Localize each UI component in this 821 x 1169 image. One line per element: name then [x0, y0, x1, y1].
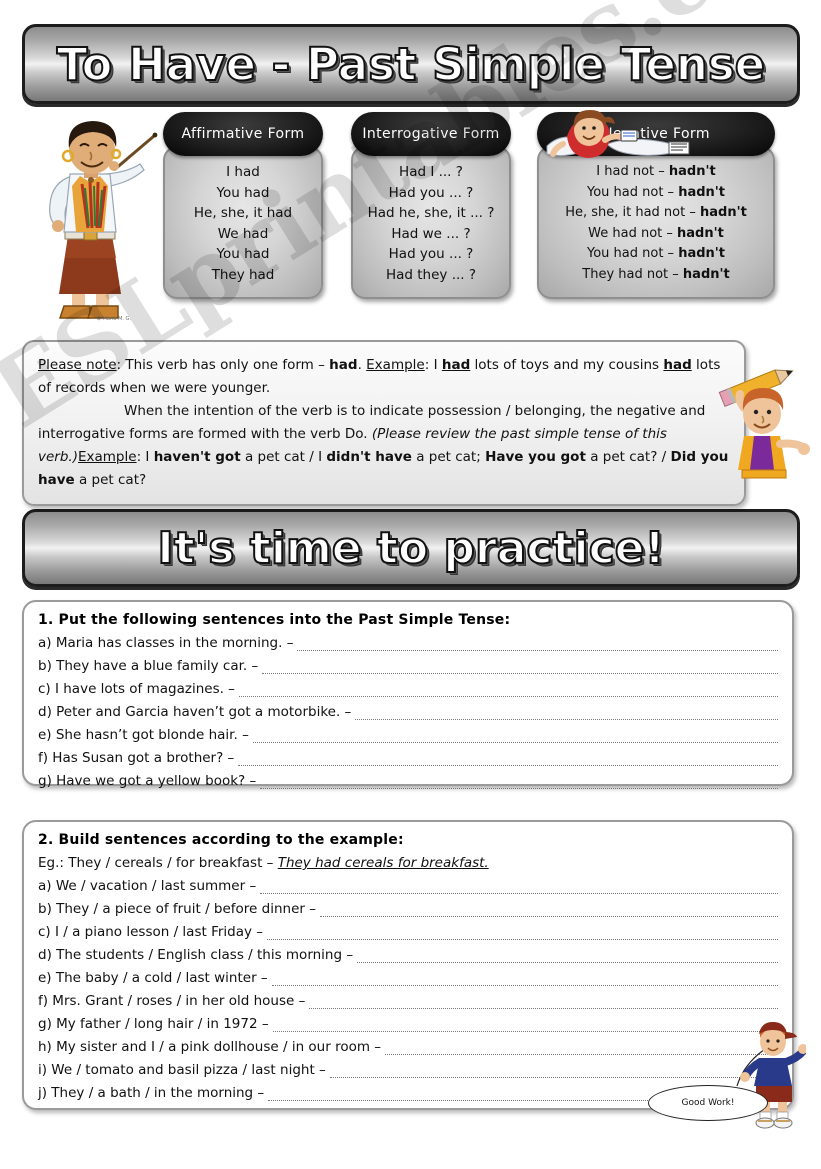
item-prompt: h) My sister and I / a pink dollhouse / …: [38, 1039, 382, 1055]
exercise-2-item: g) My father / long hair / in 1972 –: [38, 1013, 778, 1035]
practice-banner-title: It's time to practice!: [156, 522, 665, 575]
answer-blank[interactable]: [252, 728, 778, 743]
girl-with-papers-illustration: [545, 110, 695, 172]
exercise-1-item: c) I have lots of magazines. –: [38, 678, 778, 700]
pencil-boy-illustration: [714, 352, 810, 488]
form-line: We had not – hadn't: [588, 225, 724, 241]
answer-blank[interactable]: [385, 1040, 778, 1055]
page-title: To Have - Past Simple Tense: [56, 37, 766, 92]
item-prompt: e) She hasn’t got blonde hair. –: [38, 727, 249, 743]
answer-blank[interactable]: [238, 682, 778, 697]
answer-blank[interactable]: [272, 1017, 778, 1032]
form-line: Had they ... ?: [385, 266, 477, 283]
interrogative-form-body: Had I ... ? Had you ... ? Had he, she, i…: [351, 146, 511, 299]
answer-blank[interactable]: [267, 925, 778, 940]
answer-blank[interactable]: [319, 902, 778, 917]
exercise-2-item: h) My sister and I / a pink dollhouse / …: [38, 1036, 778, 1058]
exercise-1-box: 1. Put the following sentences into the …: [22, 600, 794, 789]
exercise-2-box: 2. Build sentences according to the exam…: [22, 820, 794, 1110]
note-paragraph-2: When the intention of the verb is to ind…: [38, 403, 729, 488]
answer-blank[interactable]: [297, 636, 778, 651]
item-prompt: f) Mrs. Grant / roses / in her old house…: [38, 993, 306, 1009]
form-line: We had: [217, 225, 269, 242]
interrogative-form-label: Interrogative Form: [362, 126, 500, 142]
example-prompt: Eg.: They / cereals / for breakfast –: [38, 855, 278, 871]
item-prompt: g) My father / long hair / in 1972 –: [38, 1016, 269, 1032]
exercise-2-example: Eg.: They / cereals / for breakfast – Th…: [38, 852, 778, 874]
interrogative-form-header: Interrogative Form: [351, 112, 511, 156]
good-work-speech-bubble: Good Work!: [648, 1085, 768, 1121]
exercise-1-item: f) Has Susan got a brother? –: [38, 747, 778, 769]
item-prompt: g) Have we got a yellow book? –: [38, 773, 257, 789]
form-line: Had you ... ?: [388, 184, 474, 201]
answer-blank[interactable]: [271, 971, 778, 986]
exercise-2-item: b) They / a piece of fruit / before dinn…: [38, 898, 778, 920]
answer-blank[interactable]: [262, 659, 778, 674]
exercise-1-item: b) They have a blue family car. –: [38, 655, 778, 677]
worksheet-page: ESLprintables.com To Have - Past Simple …: [0, 0, 821, 1169]
exercise-2-item: a) We / vacation / last summer –: [38, 875, 778, 897]
form-line: He, she, it had: [193, 205, 293, 221]
answer-blank[interactable]: [309, 994, 778, 1009]
answer-blank[interactable]: [355, 705, 778, 720]
exercise-2-item: e) The baby / a cold / last winter –: [38, 967, 778, 989]
form-line: You had not – hadn't: [587, 184, 725, 200]
item-prompt: a) We / vacation / last summer –: [38, 878, 257, 894]
item-prompt: d) The students / English class / this m…: [38, 947, 354, 963]
form-line: Had I ... ?: [399, 164, 463, 180]
exercise-1-item: e) She hasn’t got blonde hair. –: [38, 724, 778, 746]
form-line: Had you ... ?: [388, 246, 474, 262]
exercise-2-item: c) I / a piano lesson / last Friday –: [38, 921, 778, 943]
exercise-1-title: 1. Put the following sentences into the …: [38, 612, 511, 628]
exercise-2-item: i) We / tomato and basil pizza / last ni…: [38, 1059, 778, 1081]
item-prompt: e) The baby / a cold / last winter –: [38, 970, 268, 986]
answer-blank[interactable]: [329, 1063, 778, 1078]
exercise-2-title: 2. Build sentences according to the exam…: [38, 832, 404, 848]
affirmative-form-card: Affirmative Form I had You had He, she, …: [163, 112, 323, 299]
item-prompt: b) They / a piece of fruit / before dinn…: [38, 901, 316, 917]
form-line: You had: [216, 246, 270, 262]
exercise-1-item: a) Maria has classes in the morning. –: [38, 632, 778, 654]
form-line: Had we ... ?: [391, 225, 471, 242]
practice-banner: It's time to practice!: [22, 509, 800, 587]
example-answer: They had cereals for breakfast.: [277, 855, 489, 871]
form-line: He, she, it had not – hadn't: [565, 205, 747, 220]
form-line: You had not – hadn't: [587, 246, 725, 261]
answer-blank[interactable]: [260, 774, 778, 789]
please-note-box: Please note: This verb has only one form…: [22, 340, 746, 506]
affirmative-form-header: Affirmative Form: [163, 112, 323, 156]
affirmative-form-body: I had You had He, she, it had We had You…: [163, 146, 323, 299]
answer-blank[interactable]: [260, 879, 778, 894]
speech-bubble-text: Good Work!: [681, 1098, 735, 1108]
item-prompt: c) I / a piano lesson / last Friday –: [38, 924, 264, 940]
title-banner: To Have - Past Simple Tense: [22, 24, 800, 104]
exercise-2-item: d) The students / English class / this m…: [38, 944, 778, 966]
interrogative-form-card: Interrogative Form Had I ... ? Had you .…: [351, 112, 511, 299]
form-line: You had: [216, 184, 270, 201]
item-prompt: f) Has Susan got a brother? –: [38, 750, 235, 766]
answer-blank[interactable]: [238, 751, 778, 766]
exercise-1-item: g) Have we got a yellow book? –: [38, 770, 778, 792]
form-line: They had not – hadn't: [582, 266, 730, 282]
form-line: They had: [211, 266, 275, 283]
form-line: I had: [226, 164, 260, 180]
exercise-1-item: d) Peter and Garcia haven’t got a motorb…: [38, 701, 778, 723]
note-paragraph-1: Please note: This verb has only one form…: [38, 357, 721, 396]
item-prompt: a) Maria has classes in the morning. –: [38, 635, 294, 651]
please-note-label: Please note: [38, 357, 117, 373]
answer-blank[interactable]: [357, 948, 778, 963]
item-prompt: b) They have a blue family car. –: [38, 658, 259, 674]
item-prompt: i) We / tomato and basil pizza / last ni…: [38, 1062, 326, 1078]
affirmative-form-label: Affirmative Form: [181, 126, 305, 142]
artwork-credit: © Maria M. G.: [96, 316, 132, 322]
form-line: Had he, she, it ... ?: [367, 205, 495, 221]
item-prompt: c) I have lots of magazines. –: [38, 681, 235, 697]
item-prompt: d) Peter and Garcia haven’t got a motorb…: [38, 704, 352, 720]
teacher-illustration: [28, 118, 160, 323]
item-prompt: j) They / a bath / in the morning –: [38, 1085, 265, 1101]
exercise-2-item: f) Mrs. Grant / roses / in her old house…: [38, 990, 778, 1012]
